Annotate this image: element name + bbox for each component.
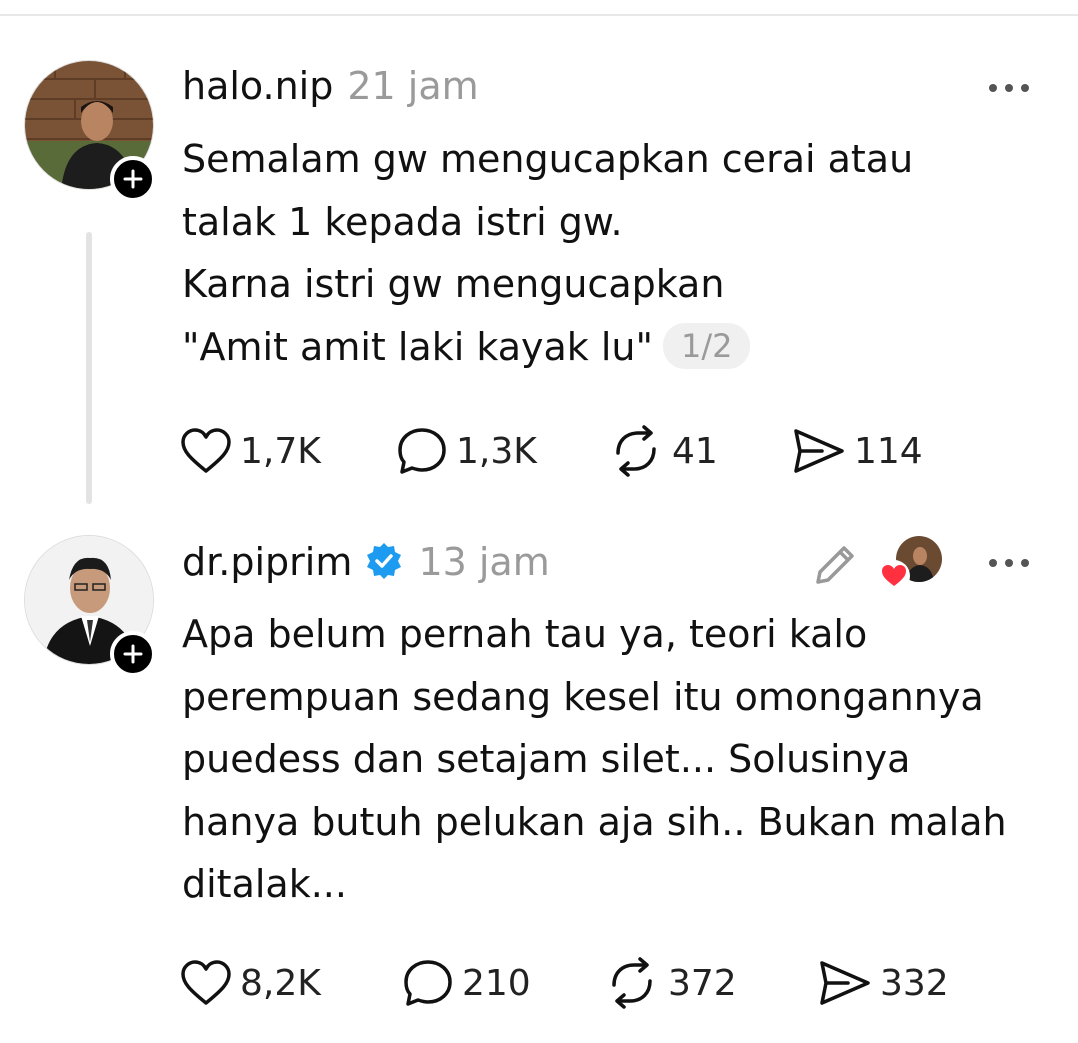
repost-icon	[612, 957, 652, 1009]
post-text: Semalam gw mengucapkan cerai atau talak …	[182, 128, 913, 378]
plus-icon	[123, 169, 143, 189]
send-icon	[820, 961, 870, 1005]
comment-bubble-icon	[404, 960, 452, 1006]
post-text-content: Semalam gw mengucapkan cerai atau talak …	[182, 137, 914, 369]
share-button[interactable]: 332	[818, 958, 949, 1008]
liked-by-indicator[interactable]	[878, 536, 944, 596]
username-text: dr.piprim	[182, 540, 353, 584]
share-count: 332	[880, 962, 949, 1004]
reply-count: 210	[462, 962, 531, 1004]
reply-count: 1,3K	[456, 430, 537, 472]
like-button[interactable]: 8,2K	[180, 958, 321, 1008]
send-icon	[794, 429, 844, 473]
timestamp[interactable]: 21 jam	[347, 64, 478, 108]
follow-button[interactable]	[110, 631, 156, 677]
repost-button[interactable]: 372	[604, 957, 737, 1009]
post-actions: 1,7K 1,3K 41 114	[180, 425, 1040, 477]
thread-indicator[interactable]: 1/2	[662, 322, 751, 369]
like-button[interactable]: 1,7K	[180, 426, 321, 476]
reply-button[interactable]: 210	[402, 958, 531, 1008]
repost-count: 372	[668, 962, 737, 1004]
more-options-icon[interactable]	[984, 553, 1034, 573]
username[interactable]: halo.nip	[182, 64, 333, 108]
timestamp[interactable]: 13 jam	[418, 540, 549, 584]
repost-count: 41	[672, 430, 718, 472]
share-button[interactable]: 114	[792, 426, 923, 476]
follow-button[interactable]	[110, 156, 156, 202]
share-count: 114	[854, 430, 923, 472]
plus-icon	[123, 644, 143, 664]
repost-icon	[616, 425, 656, 477]
author-avatar[interactable]	[24, 535, 156, 677]
verified-badge-icon	[367, 543, 402, 579]
heart-icon	[181, 960, 231, 1005]
post-text: Apa belum pernah tau ya, teori kalo pere…	[182, 612, 1007, 906]
like-count: 1,7K	[240, 430, 321, 472]
comment-bubble-icon	[398, 428, 446, 474]
top-divider	[0, 14, 1078, 16]
author-avatar[interactable]	[24, 60, 156, 202]
heart-icon	[878, 560, 910, 592]
post-actions: 8,2K 210 372 332	[180, 957, 1040, 1009]
reply-button[interactable]: 1,3K	[396, 426, 537, 476]
post-header: dr.piprim 13 jam	[182, 540, 550, 584]
more-options-icon[interactable]	[984, 78, 1034, 98]
like-count: 8,2K	[240, 962, 321, 1004]
thread-line	[86, 232, 92, 504]
post-header: halo.nip 21 jam	[182, 64, 479, 108]
heart-icon	[181, 428, 231, 473]
repost-button[interactable]: 41	[608, 425, 718, 477]
pencil-icon[interactable]	[810, 540, 860, 590]
username[interactable]: dr.piprim	[182, 540, 404, 584]
